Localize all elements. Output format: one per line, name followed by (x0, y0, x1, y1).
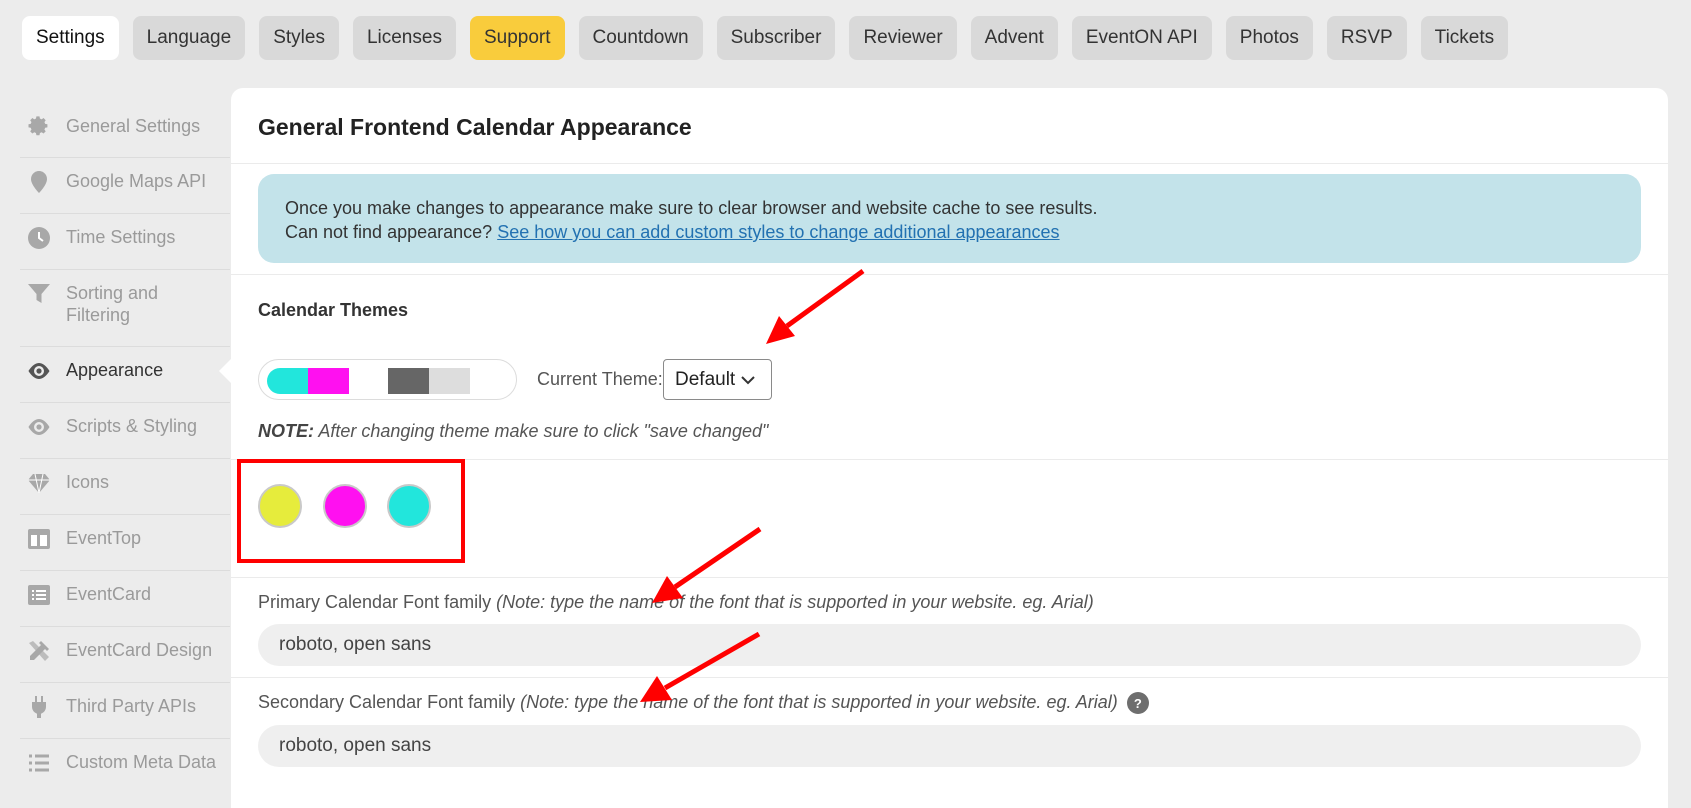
sidebar-item-label: Google Maps API (66, 171, 207, 191)
current-theme-label: Current Theme: (537, 369, 663, 389)
secondary-font-note: (Note: type the name of the font that is… (520, 692, 1118, 712)
notice-prefix: Can not find appearance? (285, 222, 493, 242)
sidebar-item-label: Icons (66, 472, 110, 492)
layout-icon (26, 527, 52, 551)
tab-settings[interactable]: Settings (22, 16, 119, 60)
tab-support[interactable]: Support (469, 16, 565, 60)
tab-subscriber[interactable]: Subscriber (716, 16, 836, 60)
eye-icon (26, 359, 52, 383)
notice-line-2: Can not find appearance? See how you can… (285, 220, 1614, 244)
theme-note: NOTE: After changing theme make sure to … (258, 421, 768, 442)
tab-countdown[interactable]: Countdown (578, 16, 703, 60)
sidebar-item-eventcard-design[interactable]: EventCard Design (20, 627, 230, 683)
primary-font-input[interactable] (258, 624, 1641, 666)
pencil-ruler-icon (26, 639, 52, 663)
secondary-font-input[interactable] (258, 725, 1641, 767)
tab-styles[interactable]: Styles (259, 16, 339, 60)
sidebar-item-label: Scripts & Styling (66, 416, 198, 436)
tab-eventon-api[interactable]: EventON API (1071, 16, 1212, 60)
sidebar-item-time-settings[interactable]: Time Settings (20, 214, 230, 270)
map-pin-icon (26, 170, 52, 194)
color-swatch[interactable] (387, 484, 431, 528)
theme-swatch[interactable] (308, 368, 349, 394)
divider (231, 274, 1668, 275)
tab-advent[interactable]: Advent (970, 16, 1058, 60)
theme-swatch[interactable] (429, 368, 470, 394)
calendar-themes-label: Calendar Themes (258, 300, 409, 320)
top-tab-bar: Settings Language Styles Licenses Suppor… (22, 16, 1509, 60)
sidebar-item-scripts-styling[interactable]: Scripts & Styling (20, 403, 230, 459)
current-theme-value: Default (675, 368, 736, 390)
sidebar-item-appearance[interactable]: Appearance (20, 347, 230, 403)
diamond-icon (26, 471, 52, 495)
page-title: General Frontend Calendar Appearance (258, 114, 692, 140)
custom-styles-link[interactable]: See how you can add custom styles to cha… (497, 222, 1059, 242)
gear-icon (26, 115, 52, 139)
tab-reviewer[interactable]: Reviewer (849, 16, 957, 60)
sidebar-item-third-party-apis[interactable]: Third Party APIs (20, 683, 230, 739)
secondary-font-label: Secondary Calendar Font family (Note: ty… (258, 692, 1149, 715)
theme-swatch[interactable] (267, 368, 308, 394)
color-swatch[interactable] (323, 484, 367, 528)
filter-icon (26, 282, 52, 306)
tab-language[interactable]: Language (132, 16, 246, 60)
divider (231, 163, 1668, 164)
notice-line-1: Once you make changes to appearance make… (285, 198, 1098, 218)
appearance-panel: General Frontend Calendar Appearance Onc… (231, 88, 1668, 808)
tab-tickets[interactable]: Tickets (1420, 16, 1509, 60)
sidebar-item-label: Sorting and Filtering (66, 283, 159, 325)
help-icon[interactable]: ? (1126, 692, 1149, 715)
sidebar-item-label: EventTop (66, 528, 142, 548)
note-text: After changing theme make sure to click … (318, 421, 769, 441)
active-item-pointer (219, 359, 231, 383)
theme-swatch[interactable] (388, 368, 429, 394)
cache-notice: Once you make changes to appearance make… (258, 174, 1641, 263)
divider (231, 677, 1668, 678)
sidebar-item-label: Appearance (66, 360, 164, 380)
settings-sidebar: General Settings Google Maps API Time Se… (20, 103, 230, 795)
sidebar-item-sorting-filtering[interactable]: Sorting and Filtering (20, 270, 230, 347)
note-prefix: NOTE: (258, 421, 314, 441)
eye-icon (26, 415, 52, 439)
sidebar-item-label: Third Party APIs (66, 696, 197, 716)
list-card-icon (26, 583, 52, 607)
sidebar-item-eventcard[interactable]: EventCard (20, 571, 230, 627)
sidebar-item-icons[interactable]: Icons (20, 459, 230, 515)
current-theme-select[interactable]: Default (663, 359, 772, 400)
chevron-down-icon (741, 369, 755, 391)
primary-font-label-text: Primary Calendar Font family (258, 592, 492, 612)
sidebar-item-custom-meta-data[interactable]: Custom Meta Data (20, 739, 230, 795)
clock-icon (26, 226, 52, 250)
primary-font-note: (Note: type the name of the font that is… (496, 592, 1094, 612)
sidebar-item-eventtop[interactable]: EventTop (20, 515, 230, 571)
list-icon (26, 751, 52, 775)
sidebar-item-label: EventCard Design (66, 640, 213, 660)
tab-rsvp[interactable]: RSVP (1326, 16, 1407, 60)
plug-icon (26, 695, 52, 719)
color-swatch[interactable] (258, 484, 302, 528)
sidebar-item-label: Time Settings (66, 227, 176, 247)
sidebar-item-general-settings[interactable]: General Settings (20, 103, 230, 158)
secondary-font-label-text: Secondary Calendar Font family (258, 692, 516, 712)
sidebar-item-label: Custom Meta Data (66, 752, 217, 772)
sidebar-item-label: General Settings (66, 116, 201, 136)
tab-photos[interactable]: Photos (1225, 16, 1313, 60)
sidebar-item-label: EventCard (66, 584, 152, 604)
theme-swatch-toggle[interactable] (258, 359, 517, 400)
tab-licenses[interactable]: Licenses (352, 16, 456, 60)
primary-font-label: Primary Calendar Font family (Note: type… (258, 592, 1094, 613)
divider (231, 577, 1668, 578)
sidebar-item-google-maps-api[interactable]: Google Maps API (20, 158, 230, 214)
